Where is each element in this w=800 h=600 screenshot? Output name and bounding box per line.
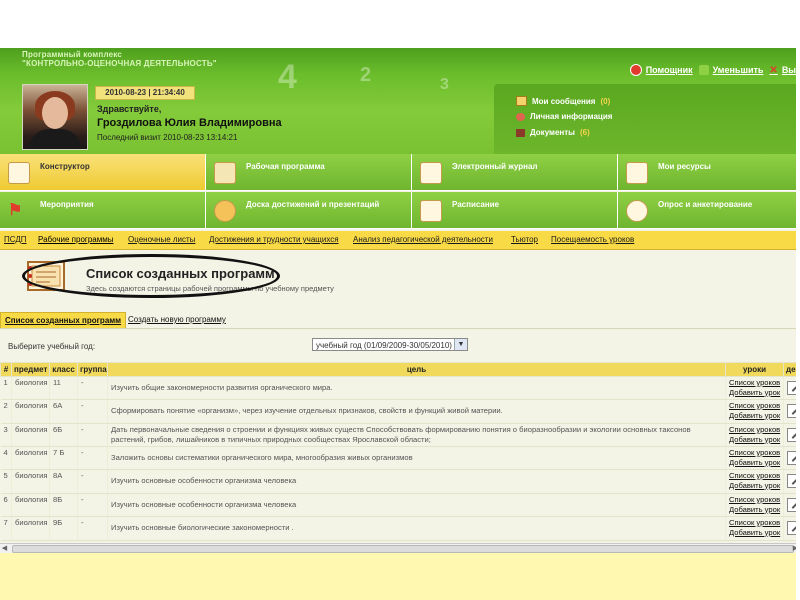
decor-digit: 3 [440, 76, 449, 93]
table-row: 6 биология 8Б - Изучить основные особенност… [0, 493, 800, 517]
lessons-list-link[interactable]: Список уроков [729, 378, 780, 388]
current-datetime: 2010-08-23 | 21:34:40 [95, 86, 195, 100]
content-tabs: Список созданных программ Создать новую … [0, 310, 800, 329]
app-title-line2: "КОНТРОЛЬНО-ОЦЕНОЧНАЯ ДЕЯТЕЛЬНОСТЬ" [22, 59, 217, 68]
subtab-work-programs[interactable]: Рабочие программы [38, 235, 113, 244]
nav-resources[interactable]: Мои ресурсы [618, 154, 800, 191]
add-lesson-link[interactable]: Добавить урок [729, 505, 780, 515]
table-row: 1 биология 11- Изучить общие закономерност… [0, 376, 800, 400]
close-icon: ✕ [769, 64, 778, 76]
app-title: Программный комплекс "КОНТРОЛЬНО-ОЦЕНОЧН… [22, 50, 217, 68]
page-header: Список созданных программ Здесь создаютс… [0, 250, 800, 310]
col-subject: предмет [11, 362, 50, 377]
greeting: Здравствуйте, [97, 104, 162, 114]
medal-icon [214, 200, 236, 222]
table-row: 4 биология 7 Б- Заложить основы систематик… [0, 446, 800, 470]
scroll-left-icon[interactable]: ◀ [0, 544, 9, 553]
shrink-icon [698, 65, 709, 75]
nav-journal[interactable]: Электронный журнал [412, 154, 618, 191]
decor-digit: 4 [278, 58, 297, 96]
resources-icon [626, 162, 648, 184]
nav-survey[interactable]: Опрос и анкетирование [618, 192, 800, 229]
lessons-list-link[interactable]: Список уроков [729, 471, 780, 481]
nav-achievements[interactable]: Доска достижений и презентаций [206, 192, 412, 229]
nav-work-program[interactable]: Рабочая программа [206, 154, 412, 191]
nav-events[interactable]: ⚑ Мероприятия [0, 192, 206, 229]
table-row: 7 биология 9Б - Изучить основные биологичес… [0, 516, 800, 541]
nav-schedule[interactable]: Расписание [412, 192, 618, 229]
col-lessons: уроки [725, 362, 784, 377]
subtab-tutor[interactable]: Тьютор [511, 235, 538, 244]
year-filter-label: Выберите учебный год: [8, 342, 96, 351]
subtab-attendance[interactable]: Посещаемость уроков [551, 235, 634, 244]
documents-link[interactable]: Документы (6) [516, 128, 590, 137]
table-row: 3 биология 6Б - Дать первоначальные сведени… [0, 423, 800, 447]
lessons-list-link[interactable]: Список уроков [729, 518, 780, 528]
lessons-list-link[interactable]: Список уроков [729, 425, 780, 435]
main-nav: Конструктор Рабочая программа Электронны… [0, 154, 800, 230]
lifebuoy-icon [629, 64, 642, 76]
journal-icon [420, 162, 442, 184]
footer-band [0, 553, 800, 600]
col-goal: цель [107, 362, 726, 377]
highlight-oval [22, 254, 280, 298]
helper-link[interactable]: Помощник [629, 64, 693, 76]
page-edge [796, 0, 800, 600]
key-icon [214, 162, 236, 184]
add-lesson-link[interactable]: Добавить урок [729, 411, 780, 421]
last-visit: Последний визит 2010-08-23 13:14:21 [97, 133, 238, 142]
subtab-assessment-sheets[interactable]: Оценочные листы [128, 235, 195, 244]
add-lesson-link[interactable]: Добавить урок [729, 435, 780, 445]
messages-panel: Мои сообщения (0) Личная информация Доку… [494, 84, 800, 154]
programs-table: # предмет класс группа цель уроки дей 1б… [0, 362, 800, 541]
table-row: 2 биология 6А - Сформировать понятие «орган… [0, 399, 800, 424]
lessons-list-link[interactable]: Список уроков [729, 448, 780, 458]
notebook-icon [8, 162, 30, 184]
lessons-list-link[interactable]: Список уроков [729, 495, 780, 505]
subtab-analysis[interactable]: Анализ педагогической деятельности [353, 235, 493, 244]
col-group: группа [77, 362, 108, 377]
shrink-link[interactable]: Уменьшить [698, 65, 763, 75]
chevron-down-icon: ▼ [454, 339, 467, 350]
add-lesson-link[interactable]: Добавить урок [729, 528, 780, 538]
personal-info-link[interactable]: Личная информация [516, 112, 617, 121]
flag-icon: ⚑ [8, 202, 23, 219]
header: Программный комплекс "КОНТРОЛЬНО-ОЦЕНОЧН… [0, 48, 800, 154]
messages-link[interactable]: Мои сообщения (0) [516, 96, 610, 106]
nav-constructor[interactable]: Конструктор [0, 154, 206, 191]
col-class: класс [49, 362, 78, 377]
add-lesson-link[interactable]: Добавить урок [729, 481, 780, 491]
documents-icon [516, 128, 525, 137]
user-name: Гроздилова Юлия Владимировна [97, 117, 282, 129]
user-icon [516, 112, 525, 121]
calendar-icon [420, 200, 442, 222]
tab-create-program[interactable]: Создать новую программу [124, 312, 230, 327]
table-header-row: # предмет класс группа цель уроки дей [0, 362, 800, 377]
scrollbar-thumb[interactable] [12, 545, 794, 553]
year-filter: Выберите учебный год: учебный год (01/09… [0, 329, 800, 359]
subtab-achievements[interactable]: Достижения и трудности учащихся [209, 235, 339, 244]
add-lesson-link[interactable]: Добавить урок [729, 388, 780, 398]
year-select[interactable]: учебный год (01/09/2009-30/05/2010) ▼ [312, 338, 468, 351]
lessons-list-link[interactable]: Список уроков [729, 401, 780, 411]
col-number: # [0, 362, 12, 377]
top-links: Помощник Уменьшить ✕ Вы [629, 64, 796, 76]
app-title-line1: Программный комплекс [22, 50, 123, 59]
survey-icon [626, 200, 648, 222]
app-window: Программный комплекс "КОНТРОЛЬНО-ОЦЕНОЧН… [0, 48, 800, 560]
logout-link[interactable]: ✕ Вы [769, 65, 796, 76]
envelope-icon [516, 96, 527, 106]
horizontal-scrollbar[interactable]: ◀ ▶ [0, 543, 800, 553]
sub-tabs: ПСДП Рабочие программы Оценочные листы Д… [0, 231, 800, 250]
avatar [22, 84, 88, 150]
add-lesson-link[interactable]: Добавить урок [729, 458, 780, 468]
table-row: 5 биология 8А - Изучить основные особенност… [0, 469, 800, 494]
subtab-psdp[interactable]: ПСДП [4, 235, 27, 244]
tab-program-list[interactable]: Список созданных программ [0, 312, 127, 328]
decor-digit: 2 [360, 64, 372, 86]
